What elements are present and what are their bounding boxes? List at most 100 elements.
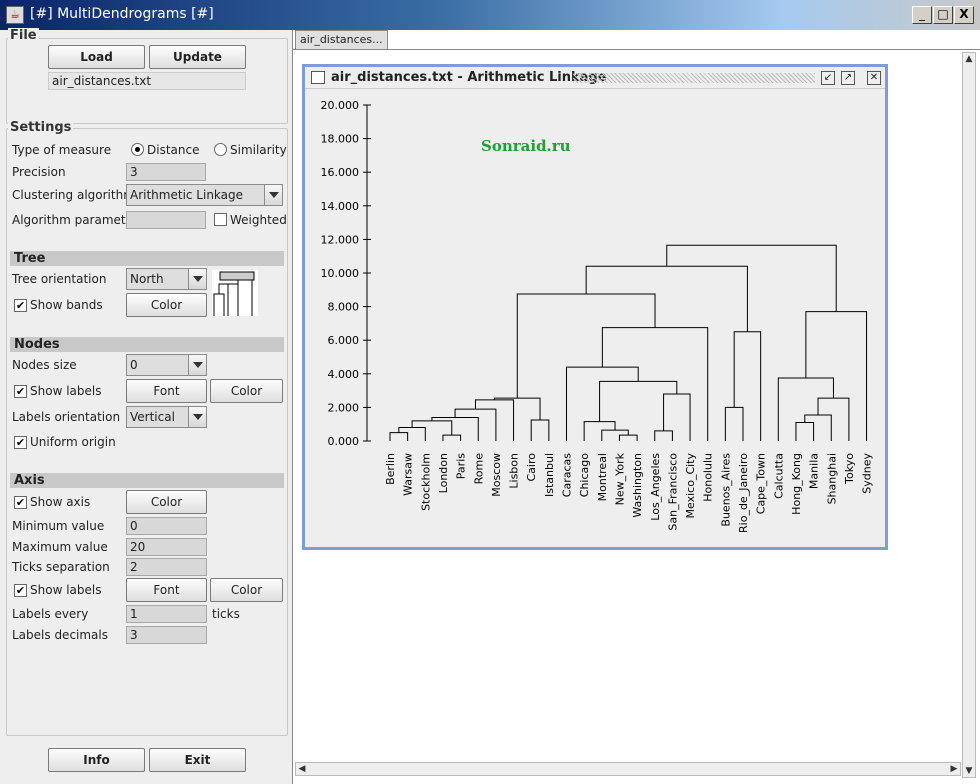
axis-section-header: Axis (10, 473, 284, 488)
axis-color-button[interactable]: Color (126, 490, 207, 514)
show-bands-label: Show bands (30, 298, 103, 312)
leaf-label: Mexico_City (684, 453, 697, 519)
chevron-down-icon[interactable] (188, 269, 206, 289)
horizontal-scrollbar[interactable]: ◀ ▶ (295, 762, 961, 776)
maximize-button[interactable]: □ (933, 6, 953, 24)
axis-font-button[interactable]: Font (126, 578, 207, 602)
show-labels-checkbox[interactable]: ✔ (14, 385, 27, 398)
file-group-title: File (8, 28, 39, 43)
dendrogram-link (599, 380, 678, 422)
chevron-down-icon[interactable] (264, 185, 282, 205)
measure-label: Type of measure (12, 143, 112, 157)
leaf-label: Moscow (490, 453, 503, 497)
vertical-scrollbar[interactable]: ▲ ▼ (962, 52, 976, 778)
axis-show-labels-checkbox[interactable]: ✔ (14, 584, 27, 597)
dendrogram-link (618, 434, 638, 441)
algorithm-select[interactable]: Arithmetic Linkage (126, 184, 283, 206)
leaf-label: Manila (808, 453, 821, 489)
leaf-label: Tokyo (843, 453, 856, 485)
exit-button[interactable]: Exit (149, 748, 246, 772)
load-button[interactable]: Load (48, 45, 145, 69)
show-bands-checkbox[interactable]: ✔ (14, 299, 27, 312)
dendrogram-window[interactable]: air_distances.txt - Arithmetic Linkage ↙… (302, 64, 888, 550)
leaf-label: Stockholm (419, 453, 432, 511)
dendrogram-link (601, 327, 709, 441)
bands-color-button[interactable]: Color (126, 293, 207, 317)
param-label: Algorithm parameter (12, 213, 138, 227)
scroll-left-icon[interactable]: ◀ (296, 763, 308, 775)
window-titlebar[interactable]: ☕ [#] MultiDendrograms [#] _ □ X (0, 0, 980, 30)
similarity-radio[interactable] (214, 143, 227, 156)
tab-air-distances[interactable]: air_distances... (295, 30, 388, 49)
labels-orientation-label: Labels orientation (12, 410, 121, 424)
iconify-icon[interactable]: ↙ (821, 71, 835, 85)
leaf-label: Montreal (596, 453, 609, 501)
labels-every-input[interactable]: 1 (126, 605, 207, 623)
window-icon (311, 71, 325, 84)
weighted-checkbox[interactable] (214, 213, 227, 226)
distance-radio[interactable] (131, 143, 144, 156)
show-axis-checkbox[interactable]: ✔ (14, 496, 27, 509)
close-icon[interactable]: ✕ (867, 71, 881, 85)
y-tick-label: 10.000 (321, 267, 360, 280)
titlebar-grip (573, 73, 815, 83)
scroll-up-icon[interactable]: ▲ (963, 53, 975, 65)
tree-section-header: Tree (10, 251, 284, 266)
y-tick-label: 8.000 (328, 301, 360, 314)
leaf-label: Chicago (578, 453, 591, 497)
leaf-label: Istanbul (543, 453, 556, 497)
update-button[interactable]: Update (149, 45, 246, 69)
nodes-size-value: 0 (130, 358, 138, 372)
close-button[interactable]: X (954, 6, 974, 24)
nodes-font-button[interactable]: Font (126, 379, 207, 403)
leaf-label: London (437, 453, 450, 493)
labels-every-label: Labels every (12, 607, 89, 621)
leaf-label: Lisbon (508, 453, 521, 489)
y-tick-label: 6.000 (328, 334, 360, 347)
ticks-separation-input[interactable]: 2 (126, 558, 207, 576)
algorithm-value: Arithmetic Linkage (130, 188, 244, 202)
chevron-down-icon[interactable] (188, 407, 206, 427)
dendrogram-chart: 0.000 2.000 4.000 6.000 8.000 10.000 12.000 14.… (321, 99, 874, 533)
max-value-label: Maximum value (12, 540, 108, 554)
orientation-select[interactable]: North (126, 268, 207, 290)
maximize-icon[interactable]: ↗ (841, 71, 855, 85)
uniform-origin-checkbox[interactable]: ✔ (14, 436, 27, 449)
labels-decimals-input[interactable]: 3 (126, 626, 207, 644)
labels-decimals-label: Labels decimals (12, 628, 108, 642)
dendrogram-link (398, 427, 426, 441)
leaf-label: Buenos_Aires (719, 453, 732, 527)
nodes-section-header: Nodes (10, 337, 284, 352)
tab-divider (293, 49, 980, 50)
orientation-preview-icon (212, 270, 258, 316)
scroll-down-icon[interactable]: ▼ (963, 765, 975, 777)
leaf-label: San_Francisco (666, 453, 679, 531)
precision-input[interactable]: 3 (126, 163, 206, 181)
info-button[interactable]: Info (48, 748, 145, 772)
ticks-separation-label: Ticks separation (12, 560, 110, 574)
nodes-color-button[interactable]: Color (210, 379, 283, 403)
scroll-right-icon[interactable]: ▶ (948, 763, 960, 775)
leaf-label: Sydney (861, 453, 874, 494)
max-value-input[interactable]: 20 (126, 538, 207, 556)
y-tick-label: 18.000 (321, 133, 360, 146)
nodes-size-select[interactable]: 0 (126, 354, 207, 376)
y-tick-label: 0.000 (328, 435, 360, 448)
chevron-down-icon[interactable] (188, 355, 206, 375)
labels-orientation-select[interactable]: Vertical (126, 406, 207, 428)
labels-orientation-value: Vertical (130, 410, 175, 424)
show-axis-label: Show axis (30, 495, 91, 509)
y-tick-label: 20.000 (321, 99, 360, 112)
java-app-icon: ☕ (6, 6, 24, 24)
dendrogram-link (583, 421, 616, 441)
dendrogram-window-title: air_distances.txt - Arithmetic Linkage (331, 70, 607, 85)
leaf-label: Warsaw (402, 453, 415, 496)
leaf-label: Calcutta (772, 453, 785, 499)
min-value-label: Minimum value (12, 519, 105, 533)
minimize-button[interactable]: _ (912, 6, 932, 24)
axis-labels-color-button[interactable]: Color (210, 578, 283, 602)
dendrogram-window-titlebar[interactable]: air_distances.txt - Arithmetic Linkage ↙… (305, 67, 885, 89)
param-input (126, 211, 206, 229)
min-value-input[interactable]: 0 (126, 517, 207, 535)
y-tick-label: 14.000 (321, 200, 360, 213)
